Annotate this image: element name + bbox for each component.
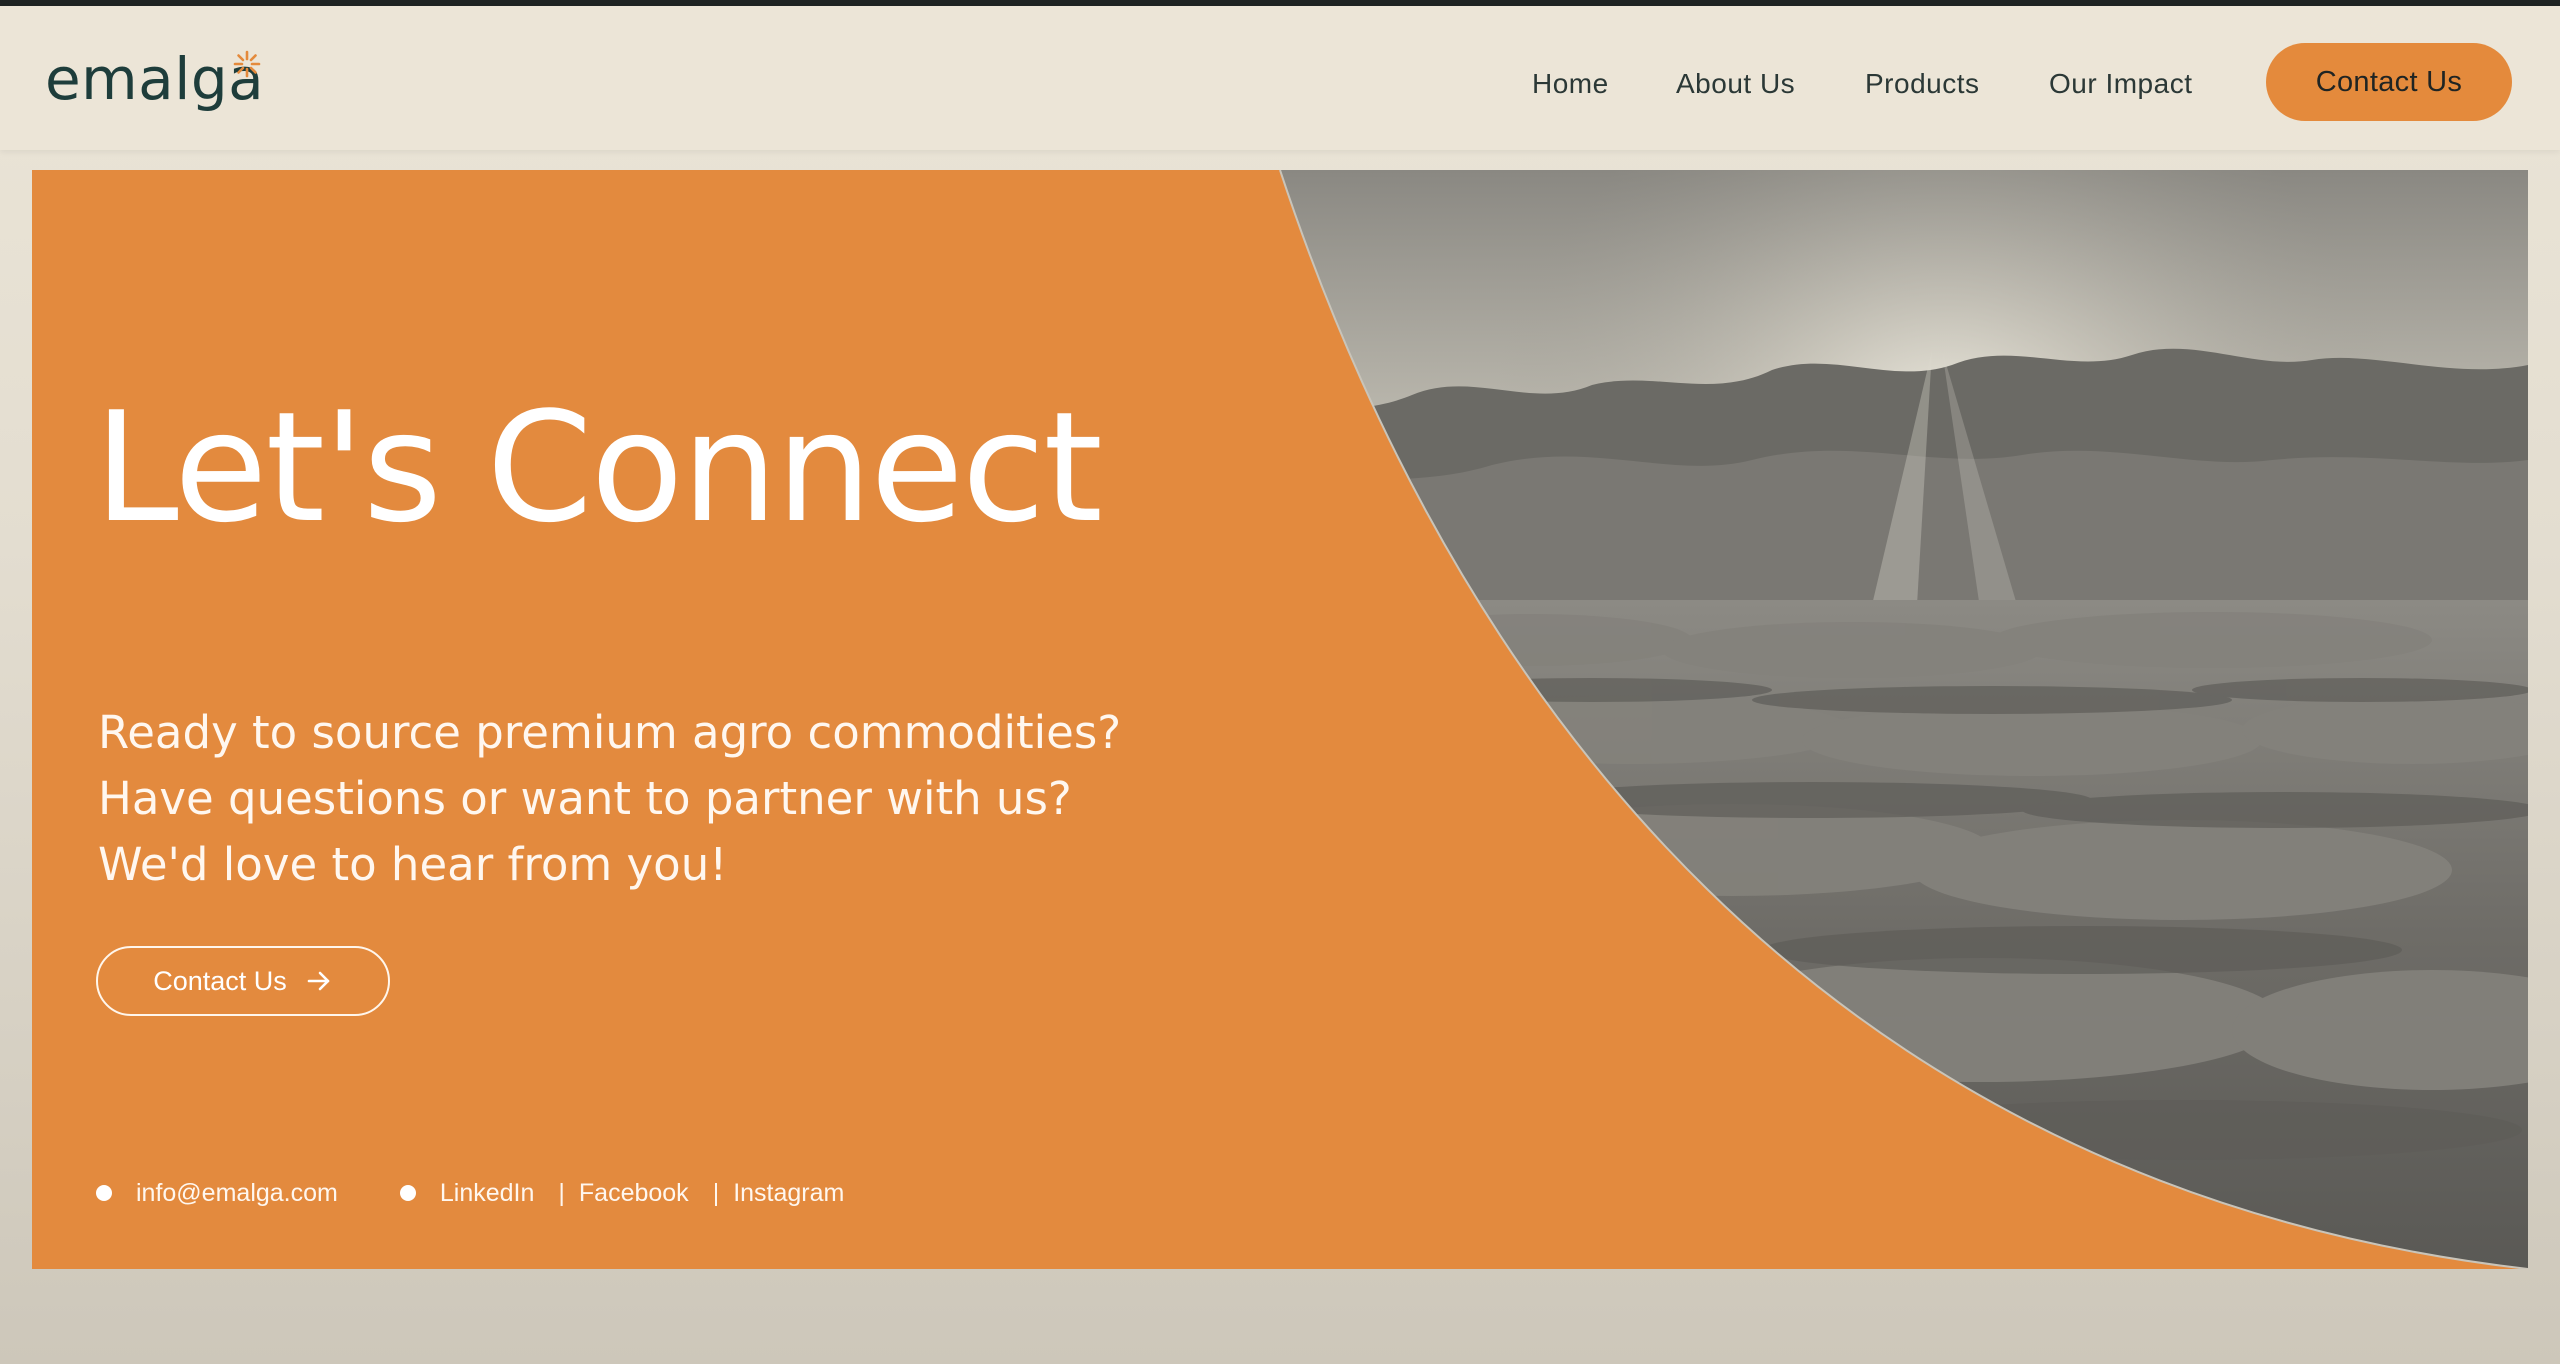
hero-line: We'd love to hear from you! — [98, 838, 728, 891]
dot-icon — [399, 1185, 416, 1201]
hero-line: Have questions or want to partner with u… — [98, 772, 1072, 825]
site-header: emalga Home About Us Products Our Impact… — [0, 6, 2560, 150]
facebook-link[interactable]: Facebook — [579, 1179, 689, 1208]
logo[interactable]: emalga — [45, 44, 264, 114]
hero-title: Let's Connect — [94, 379, 1103, 556]
instagram-link[interactable]: Instagram — [733, 1179, 844, 1208]
nav-about-link[interactable]: About Us — [1676, 64, 1795, 104]
hero-contact-label: Contact Us — [153, 965, 287, 996]
nav-home-link[interactable]: Home — [1532, 64, 1609, 104]
contact-links: info@emalga.com LinkedIn | Facebook | In… — [96, 1173, 844, 1213]
linkedin-link[interactable]: LinkedIn — [440, 1179, 535, 1208]
hero-section: Let's Connect Ready to source premium ag… — [32, 170, 2528, 1269]
header-contact-button[interactable]: Contact Us — [2266, 43, 2512, 121]
separator: | — [558, 1178, 565, 1207]
arrow-right-icon — [307, 971, 330, 991]
sparkle-icon — [233, 50, 261, 78]
hero-contact-button[interactable]: Contact Us — [96, 946, 390, 1016]
nav-impact-link[interactable]: Our Impact — [2049, 64, 2192, 104]
hero-line: Ready to source premium agro commodities… — [98, 706, 1122, 759]
dot-icon — [96, 1185, 112, 1201]
nav-products-link[interactable]: Products — [1865, 64, 1980, 104]
email-link[interactable]: info@emalga.com — [136, 1179, 338, 1208]
separator: | — [712, 1178, 720, 1207]
hero-description: Ready to source premium agro commodities… — [98, 700, 1121, 898]
